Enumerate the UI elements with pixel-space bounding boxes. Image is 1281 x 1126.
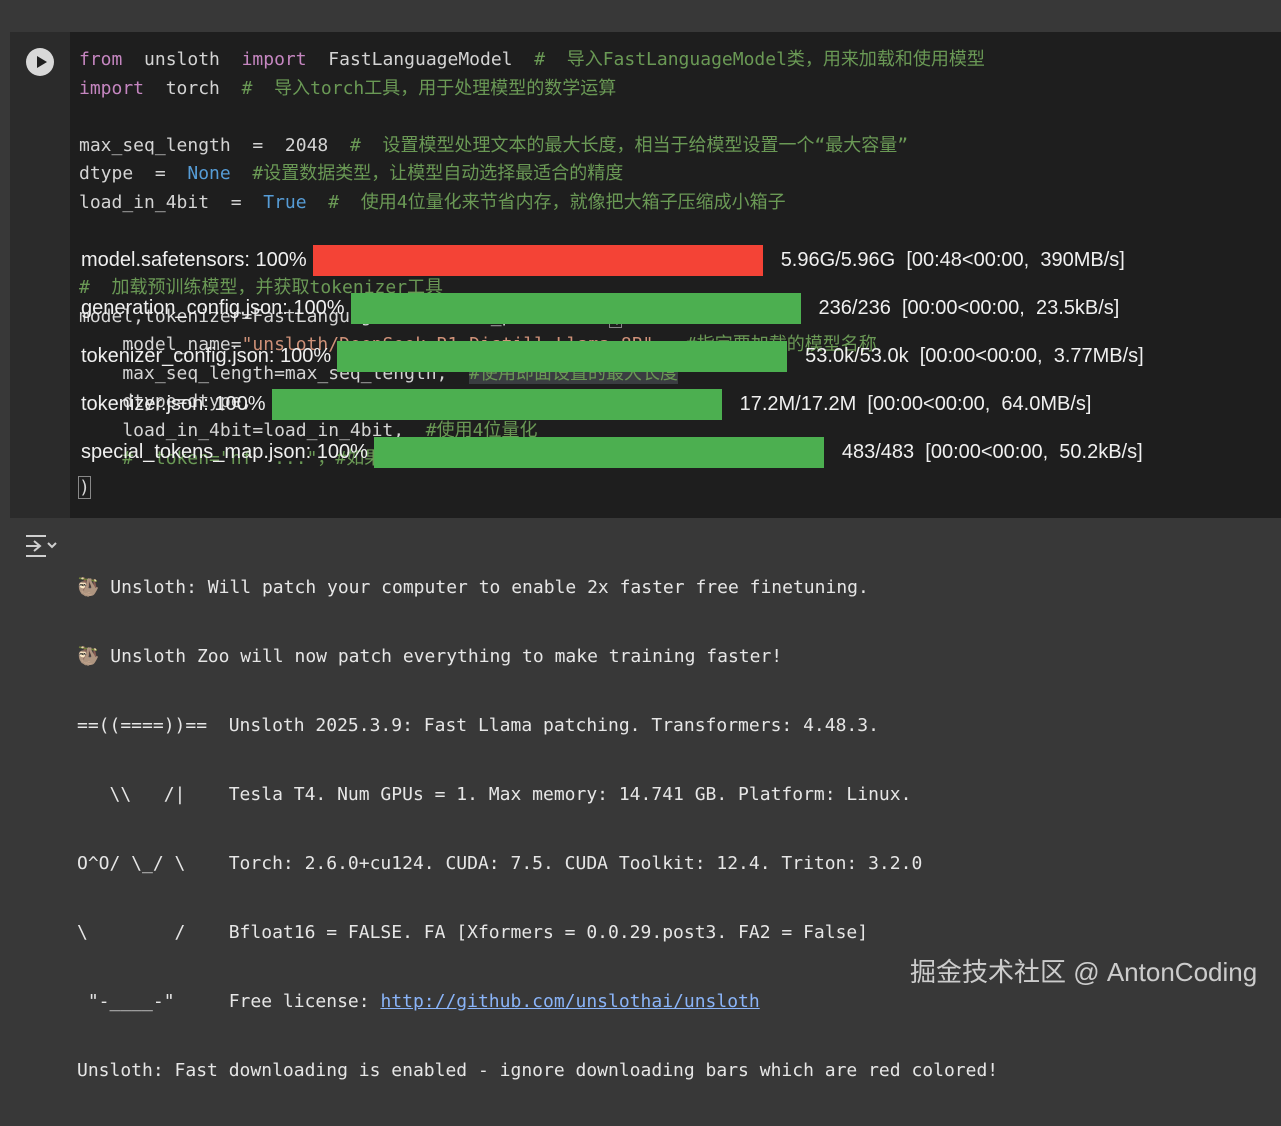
license-prefix: "-____-" Free license:	[77, 991, 381, 1012]
output-line: O^O/ \_/ \ Torch: 2.6.0+cu124. CUDA: 7.5…	[77, 853, 923, 874]
cell-output: 🦥 Unsloth: Will patch your computer to e…	[0, 518, 1281, 1081]
download-percent: 100%	[280, 344, 332, 367]
cell-gutter	[10, 32, 70, 518]
code-token: # 设置模型处理文本的最大长度，相当于给模型设置一个“最大容量”	[349, 134, 909, 156]
code-token: unsloth	[122, 49, 242, 70]
download-stats: 483/483 [00:00<00:00, 50.2kB/s]	[841, 440, 1143, 463]
code-line: )	[78, 474, 985, 503]
code-token: import	[79, 77, 145, 99]
download-stats: 17.2M/17.2M [00:00<00:00, 64.0MB/s]	[739, 392, 1092, 415]
code-line: load_in_4bit = True # 使用4位量化来节省内存，就像把大箱子…	[79, 189, 985, 218]
output-line: "-____-" Free license: http://github.com…	[77, 988, 998, 1015]
output-line: \\ /| Tesla T4. Num GPUs = 1. Max memory…	[77, 784, 912, 805]
code-token: None	[187, 163, 231, 184]
download-row: special_tokens_map.json: 100% 483/483 [00…	[81, 428, 1144, 476]
download-percent: 100%	[293, 296, 345, 319]
code-token: # 导入FastLanguageModel类，用来加载和使用模型	[534, 49, 985, 70]
code-token: max_seq_length = 2048	[79, 134, 350, 156]
download-progress-bar	[350, 292, 801, 324]
code-token: dtype =	[79, 163, 188, 184]
download-stats: 5.96G/5.96G [00:48<00:00, 390MB/s]	[780, 248, 1125, 271]
watermark: 掘金技术社区 @ AntonCoding	[910, 957, 1258, 987]
download-stats: 53.0k/53.0k [00:00<00:00, 3.77MB/s]	[805, 344, 1144, 367]
download-filename: special_tokens_map.json:	[81, 440, 317, 463]
play-icon	[37, 56, 47, 68]
download-row: tokenizer_config.json: 100% 53.0k/53.0k […	[81, 332, 1144, 380]
code-token: #设置数据类型，让模型自动选择最适合的精度	[252, 163, 624, 184]
download-percent: 100%	[316, 440, 368, 463]
code-token: torch	[144, 77, 242, 99]
download-filename: generation_config.json:	[81, 296, 294, 319]
output-line: Unsloth: Fast downloading is enabled - i…	[77, 1060, 999, 1081]
code-token: # 使用4位量化来节省内存，就像把大箱子压缩成小箱子	[328, 191, 786, 213]
download-progress-bar	[337, 340, 788, 372]
code-token: )	[78, 475, 91, 499]
code-token: True	[263, 191, 307, 213]
download-progress-bar	[373, 436, 824, 468]
output-line: 🦥 Unsloth: Will patch your computer to e…	[77, 577, 869, 598]
download-filename: tokenizer_config.json:	[81, 344, 281, 367]
output-toggle-icon[interactable]	[24, 532, 58, 560]
download-progress-bar	[271, 388, 722, 420]
download-progress-list: model.safetensors: 100% 5.96G/5.96G [00:4…	[81, 236, 1144, 476]
code-line: import torch # 导入torch工具，用于处理模型的数学运算	[79, 75, 985, 104]
output-line: 🦥 Unsloth Zoo will now patch everything …	[77, 646, 783, 667]
code-token: import	[241, 49, 307, 70]
output-line: \ / Bfloat16 = FALSE. FA [Xformers = 0.0…	[77, 922, 869, 943]
code-token: load_in_4bit =	[79, 191, 264, 213]
download-progress-bar	[312, 244, 763, 276]
download-row: model.safetensors: 100% 5.96G/5.96G [00:4…	[81, 236, 1144, 284]
download-percent: 100%	[255, 248, 307, 271]
code-token: from	[79, 49, 123, 70]
download-filename: tokenizer.json:	[81, 392, 215, 415]
download-filename: model.safetensors:	[81, 248, 256, 271]
download-row: generation_config.json: 100% 236/236 [00:…	[81, 284, 1144, 332]
code-line: dtype = None #设置数据类型，让模型自动选择最适合的精度	[79, 160, 985, 189]
code-line: from unsloth import FastLanguageModel # …	[79, 46, 985, 75]
download-percent: 100%	[214, 392, 266, 415]
license-link[interactable]: http://github.com/unslothai/unsloth	[380, 991, 759, 1012]
output-line: ==((====))== Unsloth 2025.3.9: Fast Llam…	[77, 715, 879, 736]
code-token: # 导入torch工具，用于处理模型的数学运算	[241, 77, 617, 99]
code-line: max_seq_length = 2048 # 设置模型处理文本的最大长度，相当…	[79, 132, 985, 161]
run-cell-button[interactable]	[26, 48, 54, 76]
code-token: FastLanguageModel	[306, 49, 535, 70]
download-stats: 236/236 [00:00<00:00, 23.5kB/s]	[818, 296, 1120, 319]
output-text: 🦥 Unsloth: Will patch your computer to e…	[77, 532, 998, 1126]
download-row: tokenizer.json: 100% 17.2M/17.2M [00:00<0…	[81, 380, 1144, 428]
